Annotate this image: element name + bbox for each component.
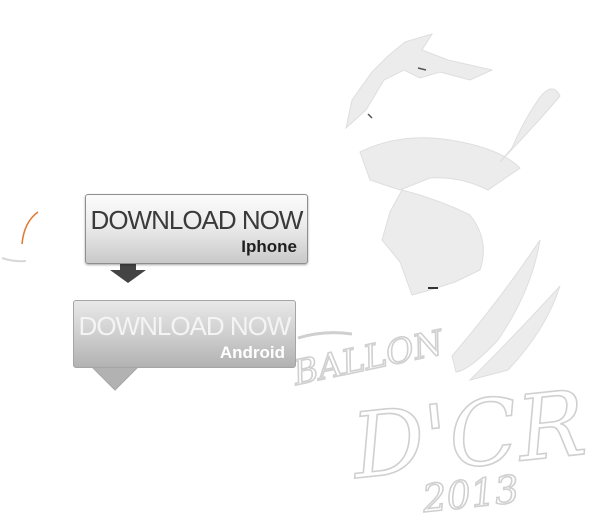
download-android-title: DOWNLOAD NOW — [78, 311, 292, 341]
download-android-platform: Android — [219, 343, 285, 362]
download-android-button[interactable]: DOWNLOAD NOW Android — [73, 300, 296, 368]
download-iphone-button[interactable]: DOWNLOAD NOW Iphone — [85, 194, 308, 264]
ballon-dcr7-lettering: BALLON D'CR7 2013 — [288, 322, 593, 518]
android-pointer-tail — [90, 366, 140, 391]
download-iphone-title: DOWNLOAD NOW — [90, 205, 304, 235]
download-iphone-platform: Iphone — [241, 237, 297, 256]
decorative-swoosh-2 — [297, 331, 353, 340]
download-arrow-icon — [110, 263, 146, 283]
silhouette-sketch — [345, 33, 561, 381]
decorative-arc — [21, 211, 39, 245]
mark-3 — [367, 113, 373, 119]
decorative-swoosh — [1, 257, 27, 263]
art-year: 2013 — [419, 467, 521, 518]
